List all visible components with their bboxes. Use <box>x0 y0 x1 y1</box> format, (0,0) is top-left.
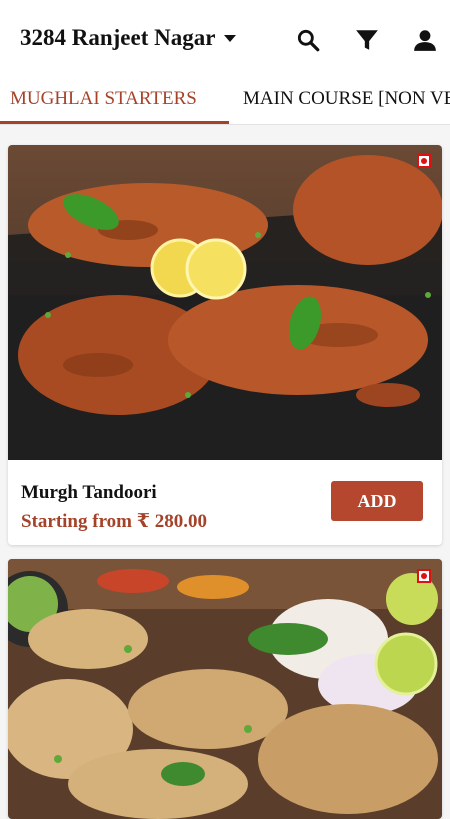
filter-icon[interactable] <box>354 27 380 53</box>
location-selector[interactable]: 3284 Ranjeet Nagar <box>20 25 237 51</box>
item-name: Murgh Tandoori <box>21 482 157 503</box>
search-icon[interactable] <box>295 27 321 53</box>
tab-mughlai-starters[interactable]: MUGHLAI STARTERS <box>10 80 197 122</box>
item-image[interactable] <box>8 559 442 819</box>
non-veg-indicator-icon <box>417 569 431 583</box>
active-tab-indicator <box>0 121 229 124</box>
non-veg-indicator-icon <box>417 154 431 168</box>
item-image[interactable] <box>8 145 442 460</box>
category-tabs: MUGHLAI STARTERS MAIN COURSE [NON VEG] <box>0 80 450 125</box>
chevron-down-icon <box>224 34 237 42</box>
location-label: 3284 Ranjeet Nagar <box>20 25 216 50</box>
tab-main-course-non-veg[interactable]: MAIN COURSE [NON VEG] <box>243 80 450 122</box>
menu-item-card <box>8 559 442 819</box>
menu-item-card: Murgh Tandoori Starting from ₹ 280.00 AD… <box>8 145 442 545</box>
item-price: Starting from ₹ 280.00 <box>21 511 207 532</box>
add-button[interactable]: ADD <box>331 481 423 521</box>
app-bar: 3284 Ranjeet Nagar <box>0 0 450 80</box>
account-icon[interactable] <box>412 27 438 53</box>
